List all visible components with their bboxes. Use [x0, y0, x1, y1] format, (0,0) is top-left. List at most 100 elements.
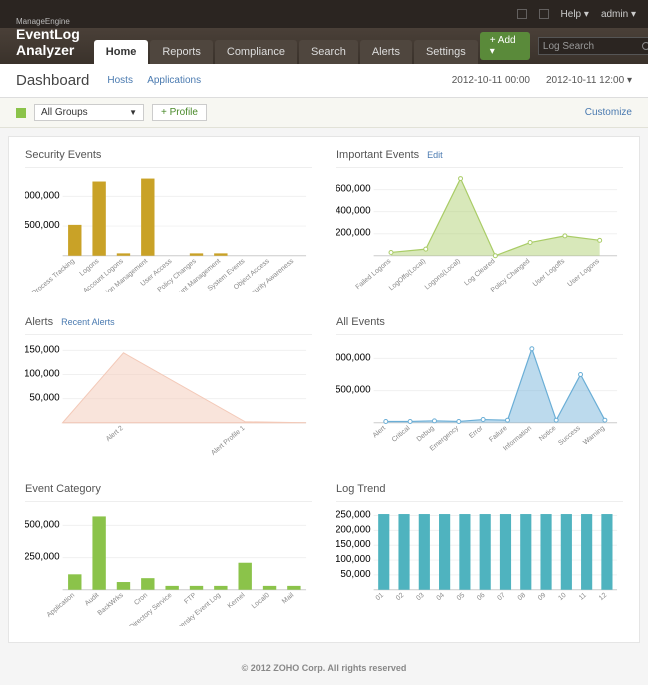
chart-alerts[interactable]: 50,000100,000150,000Alert 2Alert Profile…	[25, 339, 312, 459]
svg-text:Directory Service: Directory Service	[129, 592, 174, 626]
svg-text:FTP: FTP	[183, 592, 198, 606]
svg-text:Application: Application	[46, 592, 77, 619]
svg-text:Debug: Debug	[416, 425, 436, 444]
svg-text:Log Cleared: Log Cleared	[463, 258, 496, 288]
svg-text:Alert 2: Alert 2	[105, 425, 125, 443]
brand-small: ManageEngine	[16, 17, 80, 26]
content: Security Events 500,000 1,000,000 Process T…	[8, 136, 640, 643]
svg-text:02: 02	[395, 592, 406, 602]
brand: ManageEngine EventLog Analyzer	[12, 17, 94, 64]
svg-text:200,000: 200,000	[336, 228, 371, 239]
panel-title-text: Event Category	[25, 483, 101, 495]
panel-important: Important Events Edit 200,000 400,000 600,00…	[336, 143, 623, 292]
svg-text:09: 09	[537, 592, 548, 602]
svg-text:BackWrks: BackWrks	[97, 592, 126, 618]
svg-text:1,000,000: 1,000,000	[25, 190, 60, 201]
window-icon-2	[539, 9, 549, 19]
tab-compliance[interactable]: Compliance	[215, 40, 297, 64]
svg-text:03: 03	[415, 592, 426, 602]
search-input[interactable]: Log Search	[538, 37, 648, 55]
customize-link[interactable]: Customize	[585, 107, 632, 118]
tab-alerts[interactable]: Alerts	[360, 40, 412, 64]
chart-allevents[interactable]: 500,0001,000,000AlertCriticalDebugEmerge…	[336, 339, 623, 459]
panel-alerts: Alerts Recent Alerts 50,000 100,000 150,000 A…	[25, 310, 312, 459]
tab-home[interactable]: Home	[94, 40, 149, 64]
panel-title-text: Important Events	[336, 149, 419, 161]
chart-important[interactable]: 200,000 400,000 600,000 Failed LogonsLogOff…	[336, 172, 623, 292]
profile-button[interactable]: + Profile	[152, 104, 207, 121]
panel-security: Security Events 500,000 1,000,000 Process T…	[25, 143, 312, 292]
svg-text:500,000: 500,000	[336, 385, 371, 396]
chart-category[interactable]: 250,000500,000ApplicationAuditBackWrksCr…	[25, 506, 312, 626]
panel-title: Event Category	[25, 477, 312, 502]
svg-text:Alert: Alert	[372, 425, 387, 440]
chart-security[interactable]: 500,0001,000,000Process TrackingLogonsAc…	[25, 172, 312, 292]
svg-text:Failed Logons: Failed Logons	[355, 258, 393, 292]
date-to: 2012-10-11 12:00 ▾	[546, 75, 632, 86]
svg-text:50,000: 50,000	[340, 569, 371, 580]
filter-bar: All Groups▼ + Profile Customize	[0, 98, 648, 128]
link-applications[interactable]: Applications	[147, 75, 201, 86]
svg-text:User Logons: User Logons	[566, 258, 601, 289]
panel-title-text: Log Trend	[336, 483, 386, 495]
svg-text:600,000: 600,000	[336, 184, 371, 195]
nav-tabs: HomeReportsComplianceSearchAlertsSetting…	[94, 28, 480, 64]
footer: © 2012 ZOHO Corp. All rights reserved	[0, 651, 648, 685]
svg-text:10: 10	[557, 592, 568, 602]
tab-search[interactable]: Search	[299, 40, 358, 64]
subheader: Dashboard Hosts Applications 2012-10-11 …	[0, 64, 648, 98]
svg-text:Notice: Notice	[538, 425, 558, 443]
panel-title: All Events	[336, 310, 623, 335]
svg-text:08: 08	[517, 592, 528, 602]
date-range[interactable]: 2012-10-11 00:00 2012-10-11 12:00 ▾	[452, 75, 632, 86]
panel-allevents: All Events 500,000 1,000,000 Alert CriticalD…	[336, 310, 623, 459]
svg-text:LogOffs(Local): LogOffs(Local)	[388, 258, 427, 292]
svg-text:12: 12	[598, 592, 609, 602]
admin-link[interactable]: admin ▾	[601, 9, 636, 20]
panel-title: Important Events Edit	[336, 143, 623, 168]
subheader-links: Hosts Applications	[107, 75, 213, 86]
flag-icon	[16, 108, 26, 118]
svg-text:1,000,000: 1,000,000	[336, 352, 371, 363]
svg-text:User Logoffs: User Logoffs	[532, 258, 567, 289]
svg-text:150,000: 150,000	[25, 344, 60, 355]
search-icon	[642, 42, 648, 50]
svg-text:Failure: Failure	[488, 425, 509, 444]
panel-link-link[interactable]: Recent Alerts	[61, 317, 115, 327]
panel-title: Alerts Recent Alerts	[25, 310, 312, 335]
svg-text:Logons: Logons	[79, 258, 101, 278]
svg-text:400,000: 400,000	[336, 206, 371, 217]
svg-text:100,000: 100,000	[25, 368, 60, 379]
svg-text:100,000: 100,000	[336, 554, 371, 565]
svg-text:04: 04	[436, 592, 447, 602]
chart-trend[interactable]: 50,000100,000150,000200,000250,000010203…	[336, 506, 623, 626]
link-hosts[interactable]: Hosts	[107, 75, 133, 86]
svg-text:Critical: Critical	[391, 425, 412, 444]
add-button[interactable]: + Add ▾	[480, 32, 530, 60]
topbar: Help ▾ admin ▾	[0, 0, 648, 28]
svg-text:Warning: Warning	[582, 425, 606, 447]
svg-text:150,000: 150,000	[336, 539, 371, 550]
svg-text:Local0: Local0	[251, 592, 271, 611]
tab-reports[interactable]: Reports	[150, 40, 213, 64]
svg-text:Success: Success	[557, 425, 582, 447]
svg-text:Kernel: Kernel	[227, 592, 247, 610]
svg-text:05: 05	[456, 592, 467, 602]
svg-text:07: 07	[496, 592, 507, 602]
panel-title-text: All Events	[336, 316, 385, 328]
panel-title: Security Events	[25, 143, 312, 168]
svg-text:Cron: Cron	[133, 592, 149, 607]
help-link[interactable]: Help ▾	[561, 9, 589, 20]
panel-title-text: Alerts	[25, 316, 53, 328]
panel-title: Log Trend	[336, 477, 623, 502]
svg-text:Process Tracking: Process Tracking	[31, 258, 76, 292]
panel-title-text: Security Events	[25, 149, 101, 161]
window-icon	[517, 9, 527, 19]
tab-settings[interactable]: Settings	[414, 40, 478, 64]
group-select[interactable]: All Groups▼	[34, 104, 144, 121]
date-from: 2012-10-11 00:00	[452, 75, 530, 86]
svg-text:Error: Error	[468, 424, 485, 440]
svg-text:500,000: 500,000	[25, 220, 60, 231]
svg-text:50,000: 50,000	[29, 393, 60, 404]
panel-link-edit[interactable]: Edit	[427, 150, 443, 160]
